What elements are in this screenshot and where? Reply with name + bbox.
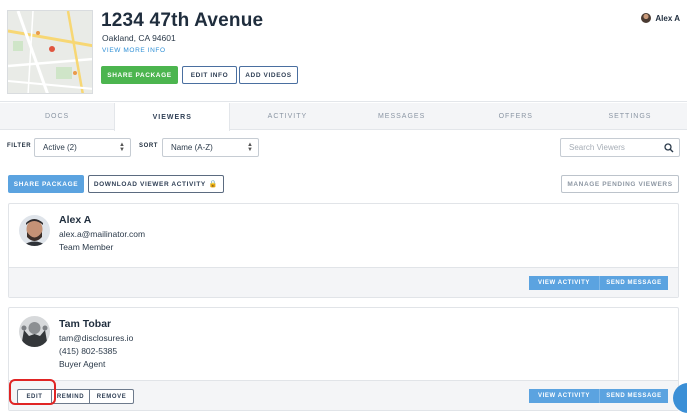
user-name: Alex A (655, 13, 680, 23)
sort-label: SORT (139, 143, 159, 149)
property-address: 1234 47th Avenue (101, 10, 264, 31)
manage-pending-viewers-button[interactable]: MANAGE PENDING VIEWERS (561, 175, 679, 193)
chevron-updown-icon: ▲ ▼ (119, 142, 125, 153)
avatar-photo (19, 316, 50, 347)
property-header: 1234 47th Avenue Oakland, CA 94601 VIEW … (0, 0, 687, 102)
property-city: Oakland, CA 94601 (102, 33, 176, 43)
sort-select-value: Name (A-Z) (171, 143, 213, 152)
view-activity-button[interactable]: VIEW ACTIVITY (529, 389, 599, 403)
filter-select-value: Active (2) (43, 143, 77, 152)
viewer-avatar (19, 316, 50, 347)
tab-docs[interactable]: DOCS (0, 103, 114, 129)
remind-button[interactable]: REMIND (51, 390, 89, 403)
filter-select[interactable]: Active (2) ▲ ▼ (34, 138, 131, 157)
send-message-button[interactable]: SEND MESSAGE (599, 389, 668, 403)
tab-activity[interactable]: ACTIVITY (230, 103, 344, 129)
download-viewer-activity-label: DOWNLOAD VIEWER ACTIVITY (93, 180, 206, 188)
viewer-card-footer: EDIT REMIND REMOVE VIEW ACTIVITY SEND ME… (9, 380, 678, 410)
chevron-updown-icon: ▲ ▼ (247, 142, 253, 153)
search-placeholder: Search Viewers (569, 143, 625, 152)
header-share-package-button[interactable]: SHARE PACKAGE (101, 66, 178, 84)
viewer-email: tam@disclosures.io (59, 333, 134, 343)
tab-messages[interactable]: MESSAGES (345, 103, 459, 129)
tab-bar: DOCS VIEWERS ACTIVITY MESSAGES OFFERS SE… (0, 103, 687, 131)
view-more-info-link[interactable]: VIEW MORE INFO (102, 47, 166, 54)
viewer-manage-actions: EDIT REMIND REMOVE (17, 389, 134, 404)
share-package-button[interactable]: SHARE PACKAGE (8, 175, 84, 193)
download-viewer-activity-button[interactable]: DOWNLOAD VIEWER ACTIVITY 🔒 (88, 175, 224, 193)
tab-viewers[interactable]: VIEWERS (114, 103, 231, 131)
viewer-card-footer: VIEW ACTIVITY SEND MESSAGE (9, 267, 678, 297)
edit-button[interactable]: EDIT (18, 390, 51, 403)
viewer-phone: (415) 802-5385 (59, 346, 118, 356)
map-image (8, 11, 92, 93)
viewer-avatar (19, 215, 50, 246)
search-viewers-input[interactable]: Search Viewers (560, 138, 680, 157)
tab-offers[interactable]: OFFERS (459, 103, 573, 129)
send-message-button[interactable]: SEND MESSAGE (599, 276, 668, 290)
viewer-role: Buyer Agent (59, 359, 106, 369)
remove-button[interactable]: REMOVE (89, 390, 133, 403)
user-avatar-icon (641, 13, 652, 23)
viewer-actions: VIEW ACTIVITY SEND MESSAGE (529, 389, 668, 403)
avatar-photo (19, 215, 50, 246)
viewer-card: Alex A alex.a@mailinator.com Team Member… (8, 203, 679, 298)
add-videos-button[interactable]: ADD VIDEOS (239, 66, 298, 84)
filter-label: FILTER (7, 143, 32, 149)
edit-info-button[interactable]: EDIT INFO (182, 66, 237, 84)
user-menu[interactable]: Alex A (641, 13, 680, 23)
tab-settings[interactable]: SETTINGS (573, 103, 687, 129)
lock-icon: 🔒 (208, 181, 219, 188)
search-icon[interactable] (664, 143, 674, 153)
viewer-actions: VIEW ACTIVITY SEND MESSAGE (529, 276, 668, 290)
viewer-card: Tam Tobar tam@disclosures.io (415) 802-5… (8, 307, 679, 411)
viewer-name: Alex A (59, 214, 92, 226)
sort-select[interactable]: Name (A-Z) ▲ ▼ (162, 138, 259, 157)
view-activity-button[interactable]: VIEW ACTIVITY (529, 276, 599, 290)
viewer-email: alex.a@mailinator.com (59, 229, 146, 239)
viewer-role: Team Member (59, 242, 114, 252)
property-map-thumbnail[interactable] (7, 10, 93, 94)
viewer-name: Tam Tobar (59, 318, 112, 330)
